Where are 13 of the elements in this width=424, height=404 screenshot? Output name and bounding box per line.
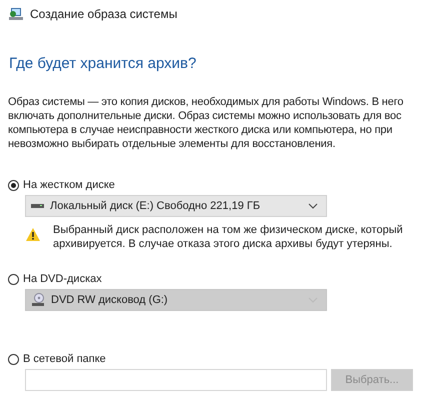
warning-icon bbox=[25, 227, 41, 242]
description-text: Образ системы — это копия дисков, необходимых для работы Windows. В него включать дополнительные диски. Образ системы можно использовать для вос компьютера в случае неисправности жесткого диска или компьютера, но при невозможно выбирать отдельные элементы для восстановления. bbox=[8, 95, 404, 151]
drive-dropdown[interactable]: Локальный диск (E:) Свободно 221,19 ГБ bbox=[25, 195, 327, 217]
warning-text: Выбранный диск расположен на том же физическом диске, который архивируется. В случае отказа этого диска архивы будут утеряны. bbox=[53, 223, 403, 251]
chevron-down-icon bbox=[308, 203, 318, 209]
radio-button[interactable] bbox=[8, 180, 19, 190]
dvd-drive-icon bbox=[31, 293, 45, 307]
page-heading: Где будет хранится архив? bbox=[9, 55, 198, 72]
app-icon bbox=[8, 6, 24, 22]
folder-path-field[interactable] bbox=[25, 369, 327, 391]
radio-label[interactable]: На жестком диске bbox=[23, 179, 115, 191]
drive-icon bbox=[31, 204, 44, 208]
window-title: Создание образа системы bbox=[30, 7, 178, 21]
